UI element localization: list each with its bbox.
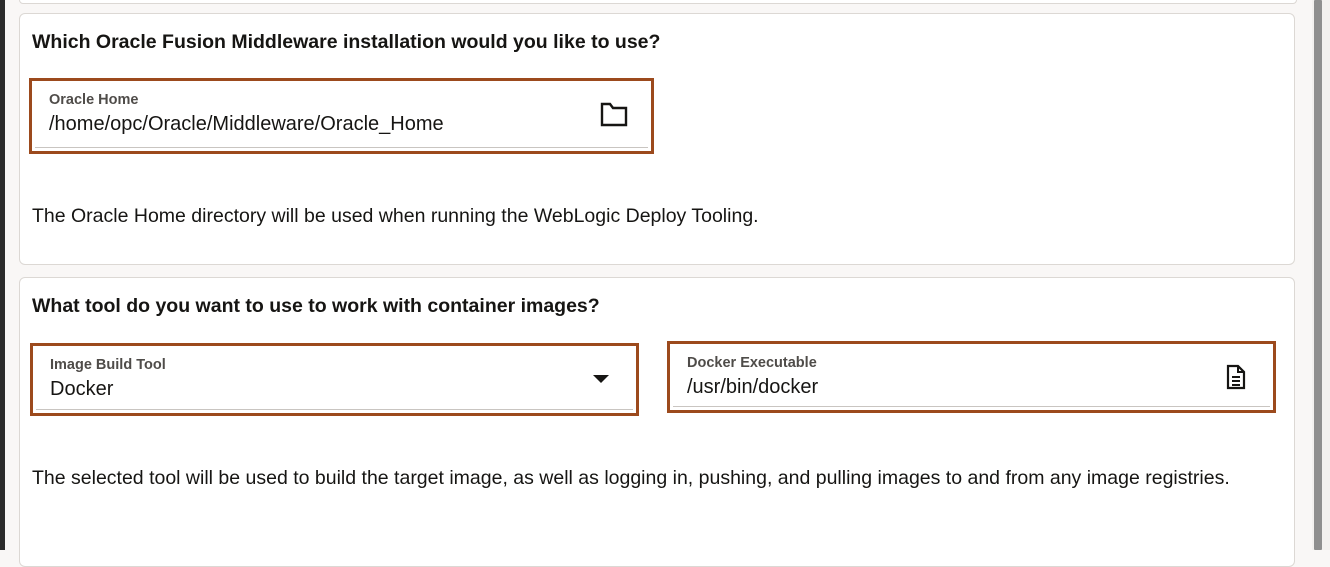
container-tool-question: What tool do you want to use to work wit…: [32, 295, 600, 317]
docker-executable-input[interactable]: /usr/bin/docker: [687, 376, 818, 399]
folder-icon[interactable]: [598, 98, 630, 130]
oracle-home-description: The Oracle Home directory will be used w…: [32, 205, 759, 227]
oracle-home-input[interactable]: /home/opc/Oracle/Middleware/Oracle_Home: [49, 113, 444, 136]
container-tool-card: What tool do you want to use to work wit…: [19, 277, 1295, 567]
oracle-home-card: Which Oracle Fusion Middleware installat…: [19, 13, 1295, 265]
image-build-tool-label: Image Build Tool: [50, 357, 166, 373]
oracle-home-question: Which Oracle Fusion Middleware installat…: [32, 31, 661, 53]
left-window-edge: [0, 0, 5, 550]
file-icon[interactable]: [1220, 361, 1252, 393]
image-build-tool-value[interactable]: Docker: [50, 378, 113, 401]
vertical-scrollbar[interactable]: [1312, 0, 1330, 550]
oracle-home-field[interactable]: Oracle Home /home/opc/Oracle/Middleware/…: [29, 78, 654, 154]
previous-card-edge: [19, 0, 1297, 4]
docker-executable-label: Docker Executable: [687, 355, 817, 371]
scrollbar-thumb[interactable]: [1314, 0, 1322, 550]
docker-executable-field[interactable]: Docker Executable /usr/bin/docker: [667, 341, 1276, 413]
oracle-home-label: Oracle Home: [49, 92, 139, 108]
image-build-tool-select[interactable]: Image Build Tool Docker: [30, 343, 639, 416]
caret-down-icon[interactable]: [585, 363, 617, 395]
container-tool-description: The selected tool will be used to build …: [32, 467, 1230, 489]
